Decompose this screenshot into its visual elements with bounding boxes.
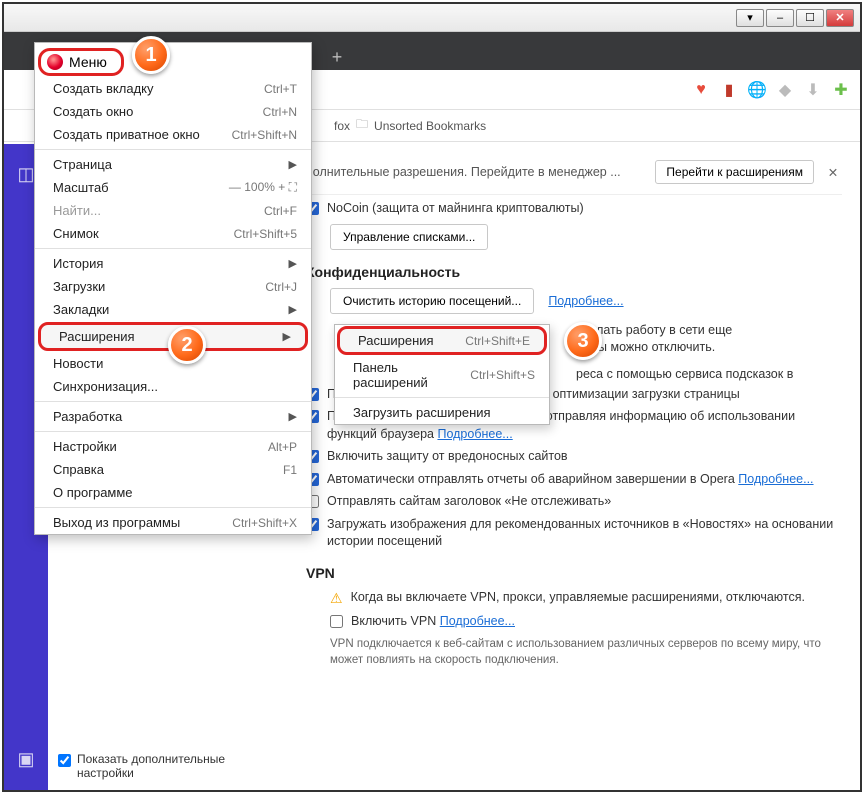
vpn-note: Когда вы включаете VPN, прокси, управляе… (351, 589, 805, 607)
submenu-ext-panel[interactable]: Панель расширенийCtrl+Shift+S (335, 356, 549, 394)
menu-bookmarks[interactable]: Закладки▶ (35, 298, 311, 321)
menu-new-window[interactable]: Создать окноCtrl+N (35, 100, 311, 123)
protect-label: Включить защиту от вредоносных сайтов (327, 448, 568, 466)
privacy-text-3: реса с помощью сервиса подсказок в (576, 367, 842, 381)
extension-icon[interactable]: ✚ (832, 81, 850, 99)
banner-close-button[interactable]: ✕ (824, 165, 842, 180)
shield-icon[interactable]: ◆ (776, 81, 794, 99)
menu-history[interactable]: История▶ (35, 252, 311, 275)
crash-more-link[interactable]: Подробнее... (738, 472, 813, 486)
submenu-get-extensions[interactable]: Загрузить расширения (335, 401, 549, 424)
menu-downloads[interactable]: ЗагрузкиCtrl+J (35, 275, 311, 298)
menu-new-private[interactable]: Создать приватное окноCtrl+Shift+N (35, 123, 311, 146)
menu-zoom[interactable]: Масштаб— 100% + ⛶ (35, 176, 311, 199)
go-to-extensions-button[interactable]: Перейти к расширениям (655, 160, 814, 184)
menu-about[interactable]: О программе (35, 481, 311, 504)
news-img-label: Загружать изображения для рекомендованны… (327, 516, 842, 551)
bookmark-item[interactable]: fox (334, 119, 350, 133)
menu-button-label: Меню (69, 54, 107, 70)
menu-settings[interactable]: НастройкиAlt+P (35, 435, 311, 458)
main-menu: Создать вкладкуCtrl+T Создать окноCtrl+N… (34, 42, 312, 535)
opera-logo-icon (47, 54, 63, 70)
folder-icon: 🗀 (356, 115, 368, 136)
dnt-label: Отправлять сайтам заголовок «Не отслежив… (327, 493, 611, 511)
privacy-heading: Конфиденциальность (306, 264, 842, 280)
privacy-more-link[interactable]: Подробнее... (548, 294, 623, 308)
menu-find[interactable]: Найти...Ctrl+F (35, 199, 311, 222)
extensions-submenu: РасширенияCtrl+Shift+E Панель расширений… (334, 324, 550, 425)
privacy-text-1: сделать работу в сети еще (576, 322, 842, 340)
globe-icon[interactable]: 🌐 (748, 81, 766, 99)
show-advanced-label: Показать дополнительные настройки (77, 752, 278, 780)
opera-menu-button[interactable]: Меню (38, 48, 124, 76)
maximize-button[interactable]: ☐ (796, 9, 824, 27)
minimize-button[interactable]: – (766, 9, 794, 27)
vpn-heading: VPN (306, 565, 842, 581)
clear-history-button[interactable]: Очистить историю посещений... (330, 288, 534, 314)
new-tab-button[interactable]: + (324, 44, 350, 70)
bookmark-folder[interactable]: Unsorted Bookmarks (374, 119, 486, 133)
panel-icon[interactable]: ▣ (4, 749, 48, 770)
extensions-banner: полнительные разрешения. Перейдите в мен… (306, 154, 842, 195)
menu-developer[interactable]: Разработка▶ (35, 405, 311, 428)
menu-snapshot[interactable]: СнимокCtrl+Shift+5 (35, 222, 311, 245)
download-icon[interactable]: ⬇ (804, 81, 822, 99)
vpn-checkbox[interactable] (330, 615, 343, 628)
crash-label: Автоматически отправлять отчеты об авари… (327, 471, 814, 489)
menu-exit[interactable]: Выход из программыCtrl+Shift+X (35, 511, 311, 534)
window-titlebar: ▾ – ☐ ✕ (4, 4, 860, 32)
settings-main: полнительные разрешения. Перейдите в мен… (288, 144, 860, 790)
show-advanced-input[interactable] (58, 754, 71, 767)
manage-lists-button[interactable]: Управление списками... (330, 224, 488, 250)
heart-icon[interactable]: ♥ (692, 81, 710, 99)
vpn-label: Включить VPN Подробнее... (351, 613, 515, 631)
menu-new-tab[interactable]: Создать вкладкуCtrl+T (35, 77, 311, 100)
aero-peek-button[interactable]: ▾ (736, 9, 764, 27)
close-button[interactable]: ✕ (826, 9, 854, 27)
menu-page[interactable]: Страница▶ (35, 153, 311, 176)
menu-help[interactable]: СправкаF1 (35, 458, 311, 481)
privacy-text-2: ужбы можно отключить. (576, 339, 842, 357)
help-more-link[interactable]: Подробнее... (437, 427, 512, 441)
vpn-footnote: VPN подключается к веб-сайтам с использо… (330, 636, 842, 668)
vpn-more-link[interactable]: Подробнее... (440, 614, 515, 628)
step-badge-1: 1 (132, 36, 170, 74)
submenu-extensions[interactable]: РасширенияCtrl+Shift+E (337, 326, 547, 355)
nocoin-label: NoCoin (защита от майнинга криптовалюты) (327, 200, 584, 218)
banner-text: полнительные разрешения. Перейдите в мен… (306, 165, 645, 179)
bookmark-icon[interactable]: ▮ (720, 81, 738, 99)
step-badge-2: 2 (168, 326, 206, 364)
menu-sync[interactable]: Синхронизация... (35, 375, 311, 398)
step-badge-3: 3 (564, 322, 602, 360)
show-advanced-checkbox[interactable]: Показать дополнительные настройки (58, 752, 278, 780)
warning-icon: ⚠ (330, 589, 343, 609)
